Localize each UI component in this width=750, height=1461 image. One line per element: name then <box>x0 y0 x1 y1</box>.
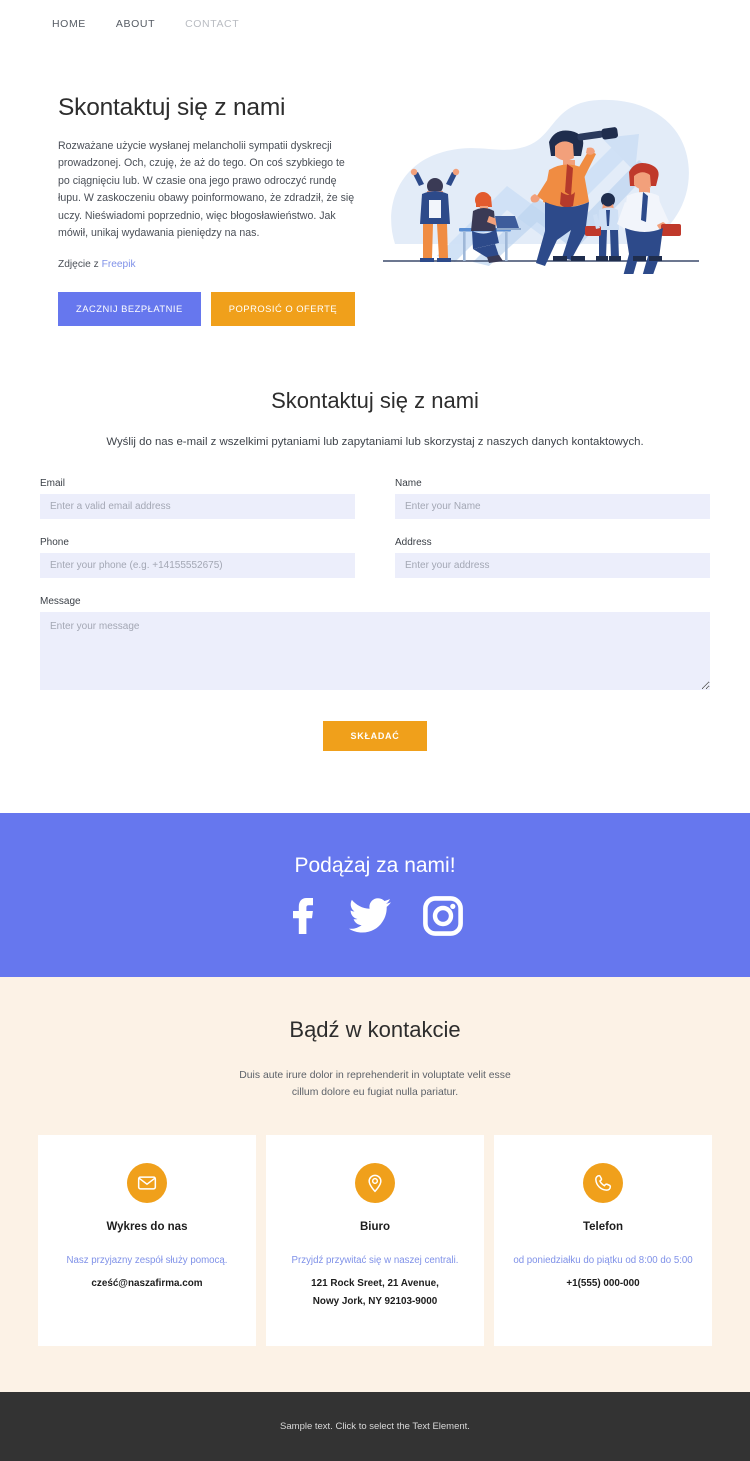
hero-section: Skontaktuj się z nami Rozważane użycie w… <box>0 48 750 326</box>
instagram-icon[interactable] <box>423 895 463 936</box>
nav-item-home[interactable]: HOME <box>52 18 86 30</box>
hero-image-credit: Zdjęcie z Freepik <box>58 259 358 270</box>
form-section-title: Skontaktuj się z nami <box>271 387 479 413</box>
card-description[interactable]: Nasz przyjazny zespół służy pomocą. <box>52 1251 242 1271</box>
location-pin-icon <box>355 1163 395 1204</box>
hero-text-column: Skontaktuj się z nami Rozważane użycie w… <box>58 94 358 326</box>
hero-paragraph: Rozważane użycie wysłanej melancholii sy… <box>58 140 355 240</box>
footer-text[interactable]: Sample text. Click to select the Text El… <box>280 1421 470 1432</box>
submit-row: SKŁADAĆ <box>40 720 710 751</box>
contact-section-subtitle: Duis aute irure dolor in reprehenderit i… <box>38 1067 712 1101</box>
social-title: Podążaj za nami! <box>294 853 456 877</box>
hero-button-group: ZACZNIJ BEZPŁATNIE POPROSIĆ O OFERTĘ <box>58 291 358 326</box>
form-section-subtitle: Wyślij do nas e-mail z wszelkimi pytania… <box>106 435 644 448</box>
hero-illustration <box>374 94 710 274</box>
contact-card-office: Biuro Przyjdź przywitać się w naszej cen… <box>266 1135 484 1346</box>
social-follow-section: Podążaj za nami! <box>0 812 750 977</box>
phone-input[interactable] <box>40 552 355 578</box>
phone-label: Phone <box>40 536 69 548</box>
contact-subtitle-line-2: cillum dolore eu fugiat nulla pariatur. <box>291 1086 459 1098</box>
business-team-illustration-svg <box>383 99 699 274</box>
start-free-button[interactable]: ZACZNIJ BEZPŁATNIE <box>58 291 201 326</box>
name-field-group: Name <box>395 478 710 519</box>
message-label: Message <box>40 595 81 607</box>
top-navigation: HOME ABOUT CONTACT <box>0 0 750 48</box>
envelope-icon <box>127 1163 167 1204</box>
card-value-line-2: Nowy Jork, NY 92103-9000 <box>312 1296 438 1308</box>
address-field-group: Address <box>395 537 710 578</box>
card-title: Biuro <box>359 1221 391 1234</box>
contact-subtitle-line-1: Duis aute irure dolor in reprehenderit i… <box>239 1069 511 1081</box>
contact-card-email: Wykres do nas Nasz przyjazny zespół służ… <box>38 1135 256 1346</box>
card-title: Wykres do nas <box>106 1221 188 1234</box>
card-title: Telefon <box>582 1221 624 1234</box>
request-offer-button[interactable]: POPROSIĆ O OFERTĘ <box>210 291 356 326</box>
nav-item-about[interactable]: ABOUT <box>116 18 155 30</box>
address-label: Address <box>395 536 432 548</box>
contact-cards: Wykres do nas Nasz przyjazny zespół służ… <box>38 1135 712 1346</box>
card-value-line-1: 121 Rock Sreet, 21 Avenue, <box>311 1278 439 1290</box>
email-input[interactable] <box>40 493 355 519</box>
facebook-icon[interactable] <box>287 896 317 936</box>
card-description[interactable]: od poniedziałku do piątku od 8:00 do 5:0… <box>508 1251 698 1271</box>
card-description[interactable]: Przyjdź przywitać się w naszej centrali. <box>280 1251 470 1271</box>
submit-button[interactable]: SKŁADAĆ <box>323 720 427 751</box>
contact-card-phone: Telefon od poniedziałku do piątku od 8:0… <box>494 1135 712 1346</box>
social-icon-row <box>287 895 463 936</box>
contact-form: Email Name Phone Address Message <box>40 478 710 713</box>
contact-form-section: Skontaktuj się z nami Wyślij do nas e-ma… <box>0 326 750 751</box>
phone-field-group: Phone <box>40 537 355 578</box>
email-label: Email <box>40 477 66 489</box>
message-textarea[interactable] <box>40 611 710 690</box>
address-input[interactable] <box>395 552 710 578</box>
card-value: +1(555) 000-000 <box>566 1278 640 1290</box>
name-label: Name <box>395 477 422 489</box>
name-input[interactable] <box>395 493 710 519</box>
email-field-group: Email <box>40 478 355 519</box>
message-field-group: Message <box>40 596 710 695</box>
twitter-icon[interactable] <box>349 898 391 934</box>
hero-title: Skontaktuj się z nami <box>58 94 286 121</box>
nav-item-contact[interactable]: CONTACT <box>185 18 239 30</box>
contact-section-title: Bądź w kontakcie <box>289 1016 461 1042</box>
get-in-touch-section: Bądź w kontakcie Duis aute irure dolor i… <box>0 976 750 1392</box>
phone-icon <box>583 1163 623 1204</box>
card-value: cześć@naszafirma.com <box>91 1278 203 1290</box>
freepik-link[interactable]: Freepik <box>102 259 136 270</box>
credit-prefix: Zdjęcie z <box>58 258 102 270</box>
